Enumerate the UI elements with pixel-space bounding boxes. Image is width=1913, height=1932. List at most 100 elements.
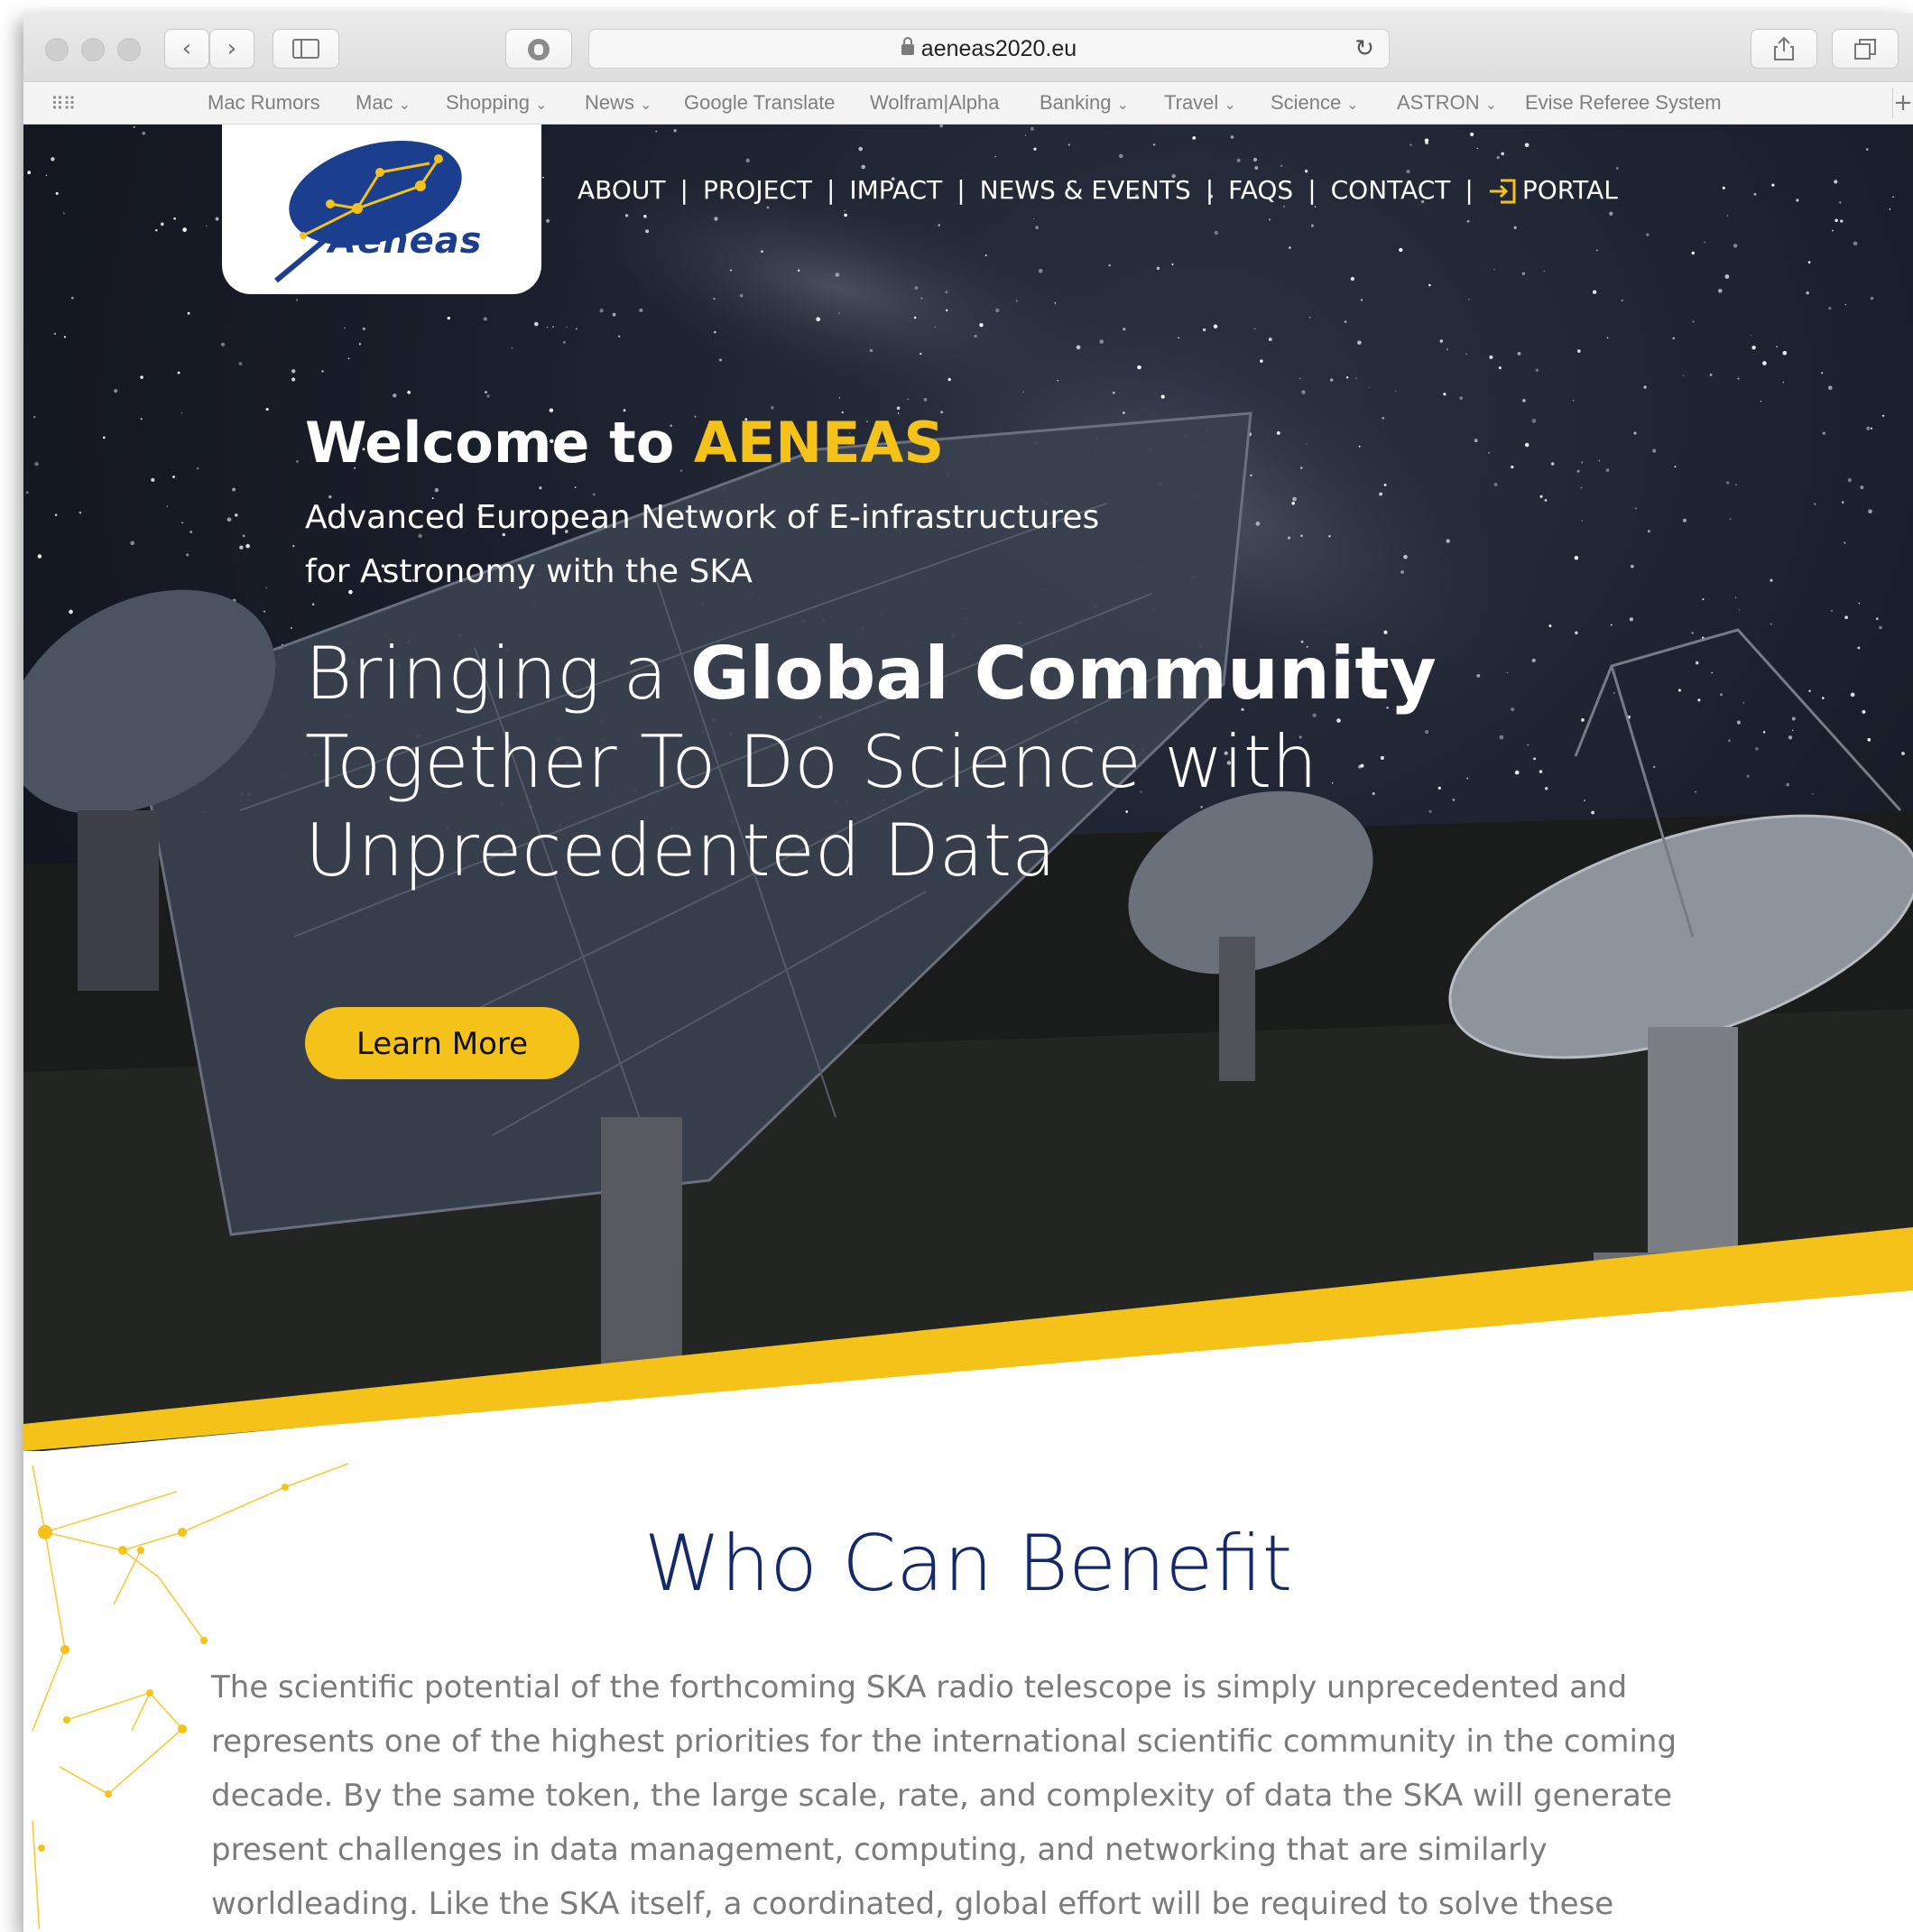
star <box>140 417 143 421</box>
grid-icon[interactable]: ⠿⠿ <box>51 93 76 115</box>
nav-impact[interactable]: IMPACT <box>849 175 942 205</box>
star <box>1531 658 1536 663</box>
star <box>612 312 616 317</box>
star <box>1511 465 1514 469</box>
bookmark-banking[interactable]: Banking ⌄ <box>1040 82 1129 126</box>
star <box>1738 609 1741 611</box>
chevron-down-icon: ⌄ <box>1346 97 1359 113</box>
star <box>1762 731 1766 734</box>
star <box>1470 132 1474 136</box>
star <box>1446 348 1449 351</box>
site-logo[interactable]: Aeneas <box>222 125 541 294</box>
tabs-overview-button[interactable] <box>1832 29 1899 69</box>
star <box>566 326 568 328</box>
plus-icon[interactable]: + <box>1892 88 1913 118</box>
star <box>1834 218 1838 223</box>
star <box>1498 366 1502 370</box>
bookmark-science[interactable]: Science ⌄ <box>1271 82 1359 126</box>
bookmark-mac-rumors[interactable]: Mac Rumors <box>208 82 320 124</box>
star <box>1291 502 1295 505</box>
star <box>1595 249 1598 252</box>
star <box>160 222 164 226</box>
star <box>1867 737 1871 742</box>
star <box>713 330 716 334</box>
nav-contact[interactable]: CONTACT <box>1331 175 1451 205</box>
address-bar[interactable]: aeneas2020.eu ↻ <box>588 29 1390 69</box>
star <box>1591 810 1594 815</box>
star <box>1791 729 1794 732</box>
learn-more-button[interactable]: Learn More <box>305 1007 579 1079</box>
star <box>1697 698 1701 702</box>
star <box>546 218 550 223</box>
star <box>265 587 267 588</box>
star <box>542 176 544 179</box>
star <box>171 475 176 479</box>
star <box>1606 337 1609 339</box>
nav-about[interactable]: ABOUT <box>578 175 666 205</box>
privacy-report-button[interactable] <box>505 29 572 69</box>
reload-icon[interactable]: ↻ <box>1354 30 1374 68</box>
star <box>62 212 65 215</box>
zoom-window-button[interactable] <box>117 38 141 61</box>
star <box>1203 328 1206 332</box>
star <box>1726 215 1729 217</box>
star <box>1539 770 1543 773</box>
star <box>1875 617 1879 621</box>
star <box>539 486 542 490</box>
bookmark-mac[interactable]: Mac ⌄ <box>356 82 411 126</box>
star <box>485 391 487 394</box>
star <box>1682 374 1685 376</box>
star <box>1832 229 1834 232</box>
star <box>1506 671 1509 673</box>
star <box>1099 339 1104 344</box>
star <box>1289 246 1291 249</box>
star <box>1511 707 1515 712</box>
sidebar-toggle-button[interactable] <box>273 29 339 69</box>
star <box>1550 462 1555 466</box>
nav-portal[interactable]: PORTAL <box>1488 175 1618 205</box>
nav-project[interactable]: PROJECT <box>703 175 812 205</box>
star <box>51 157 55 162</box>
bookmark-travel[interactable]: Travel ⌄ <box>1164 82 1236 126</box>
forward-button[interactable]: › <box>209 29 254 69</box>
bookmark-news[interactable]: News ⌄ <box>585 82 652 126</box>
bookmark-evise-referee-system[interactable]: Evise Referee System <box>1525 82 1722 124</box>
star <box>1328 534 1331 538</box>
star <box>1038 268 1043 273</box>
star <box>181 522 184 524</box>
browser-window: ‹ › aeneas2020.eu ↻ ⠿⠿ Mac Rumors Mac ⌄ S… <box>23 13 1913 1932</box>
bookmark-astron[interactable]: ASTRON ⌄ <box>1397 82 1497 126</box>
star <box>1576 469 1580 473</box>
nav-news-events[interactable]: NEWS & EVENTS <box>980 175 1191 205</box>
star <box>1677 689 1681 692</box>
star <box>816 317 821 322</box>
star <box>947 377 951 382</box>
bookmark-google-translate[interactable]: Google Translate <box>684 82 836 124</box>
minimize-window-button[interactable] <box>81 38 105 61</box>
hero-tagline-line3: Unprecedented Data <box>305 809 1057 892</box>
star <box>1544 787 1548 790</box>
url-text: aeneas2020.eu <box>920 36 1077 61</box>
star <box>1786 782 1790 787</box>
bookmark-shopping[interactable]: Shopping ⌄ <box>446 82 547 126</box>
share-button[interactable] <box>1751 29 1817 69</box>
nav-faqs[interactable]: FAQS <box>1228 175 1293 205</box>
back-button[interactable]: ‹ <box>164 29 209 69</box>
star <box>1581 520 1584 522</box>
star <box>1834 180 1838 184</box>
star <box>1598 459 1601 462</box>
star <box>311 603 315 606</box>
star <box>745 158 750 163</box>
star <box>984 254 987 256</box>
star <box>27 171 32 175</box>
bookmark-wolfram-alpha[interactable]: Wolfram|Alpha <box>870 82 999 124</box>
star <box>844 209 846 212</box>
star <box>1844 615 1848 620</box>
star <box>70 296 74 300</box>
star <box>263 610 266 613</box>
star <box>552 326 554 328</box>
star <box>291 377 296 382</box>
star <box>239 545 244 550</box>
star <box>1831 610 1833 612</box>
close-window-button[interactable] <box>45 38 69 61</box>
